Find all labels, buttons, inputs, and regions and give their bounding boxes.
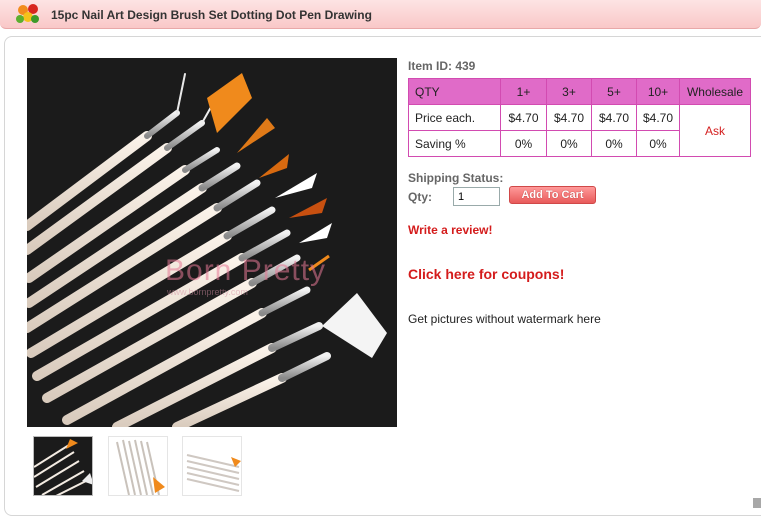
flower-logo-icon: [16, 4, 39, 23]
header-1plus: 1+: [500, 78, 547, 105]
add-to-cart-button[interactable]: Add To Cart: [509, 186, 596, 204]
title-bar: 15pc Nail Art Design Brush Set Dotting D…: [0, 0, 761, 29]
watermark-logo: Born Pretty: [165, 254, 327, 287]
saving-cell: 0%: [500, 130, 547, 157]
saving-cell: 0%: [546, 130, 592, 157]
header-5plus: 5+: [591, 78, 637, 105]
main-product-image[interactable]: Born Pretty www.bornpretty.com: [27, 58, 397, 427]
thumbnail-1[interactable]: [33, 436, 93, 496]
price-cell: $4.70: [591, 104, 637, 131]
header-3plus: 3+: [546, 78, 592, 105]
no-watermark-link[interactable]: Get pictures without watermark here: [408, 312, 601, 326]
price-cell: $4.70: [546, 104, 592, 131]
row-label: Saving %: [408, 130, 501, 157]
shipping-status-label: Shipping Status:: [408, 171, 504, 185]
table-row: Price each. $4.70 $4.70 $4.70 $4.70 Ask: [408, 104, 751, 157]
price-table-header: QTY 1+ 3+ 5+ 10+ Wholesale: [408, 78, 751, 105]
item-id: Item ID: 439: [408, 59, 476, 73]
price-table: QTY 1+ 3+ 5+ 10+ Wholesale Price each. $…: [408, 78, 751, 157]
header-wholesale: Wholesale: [679, 78, 751, 105]
row-label: Price each.: [408, 104, 501, 131]
qty-input[interactable]: [453, 187, 500, 206]
saving-cell: 0%: [591, 130, 637, 157]
thumbnail-3[interactable]: [182, 436, 242, 496]
write-review-link[interactable]: Write a review!: [408, 223, 492, 237]
wholesale-ask-link[interactable]: Ask: [679, 104, 751, 157]
thumbnail-image: [183, 437, 241, 495]
thumbnail-2[interactable]: [108, 436, 168, 496]
header-10plus: 10+: [636, 78, 680, 105]
watermark-url: www.bornpretty.com: [167, 287, 248, 297]
coupons-link[interactable]: Click here for coupons!: [408, 266, 564, 282]
header-qty: QTY: [408, 78, 501, 105]
page-title: 15pc Nail Art Design Brush Set Dotting D…: [51, 8, 372, 22]
brush-set-photo: [27, 58, 397, 427]
thumbnail-image: [34, 437, 92, 495]
thumbnail-image: [109, 437, 167, 495]
price-cell: $4.70: [500, 104, 547, 131]
scroll-corner: [753, 498, 761, 508]
saving-cell: 0%: [636, 130, 680, 157]
price-cell: $4.70: [636, 104, 680, 131]
qty-label: Qty:: [408, 190, 432, 204]
